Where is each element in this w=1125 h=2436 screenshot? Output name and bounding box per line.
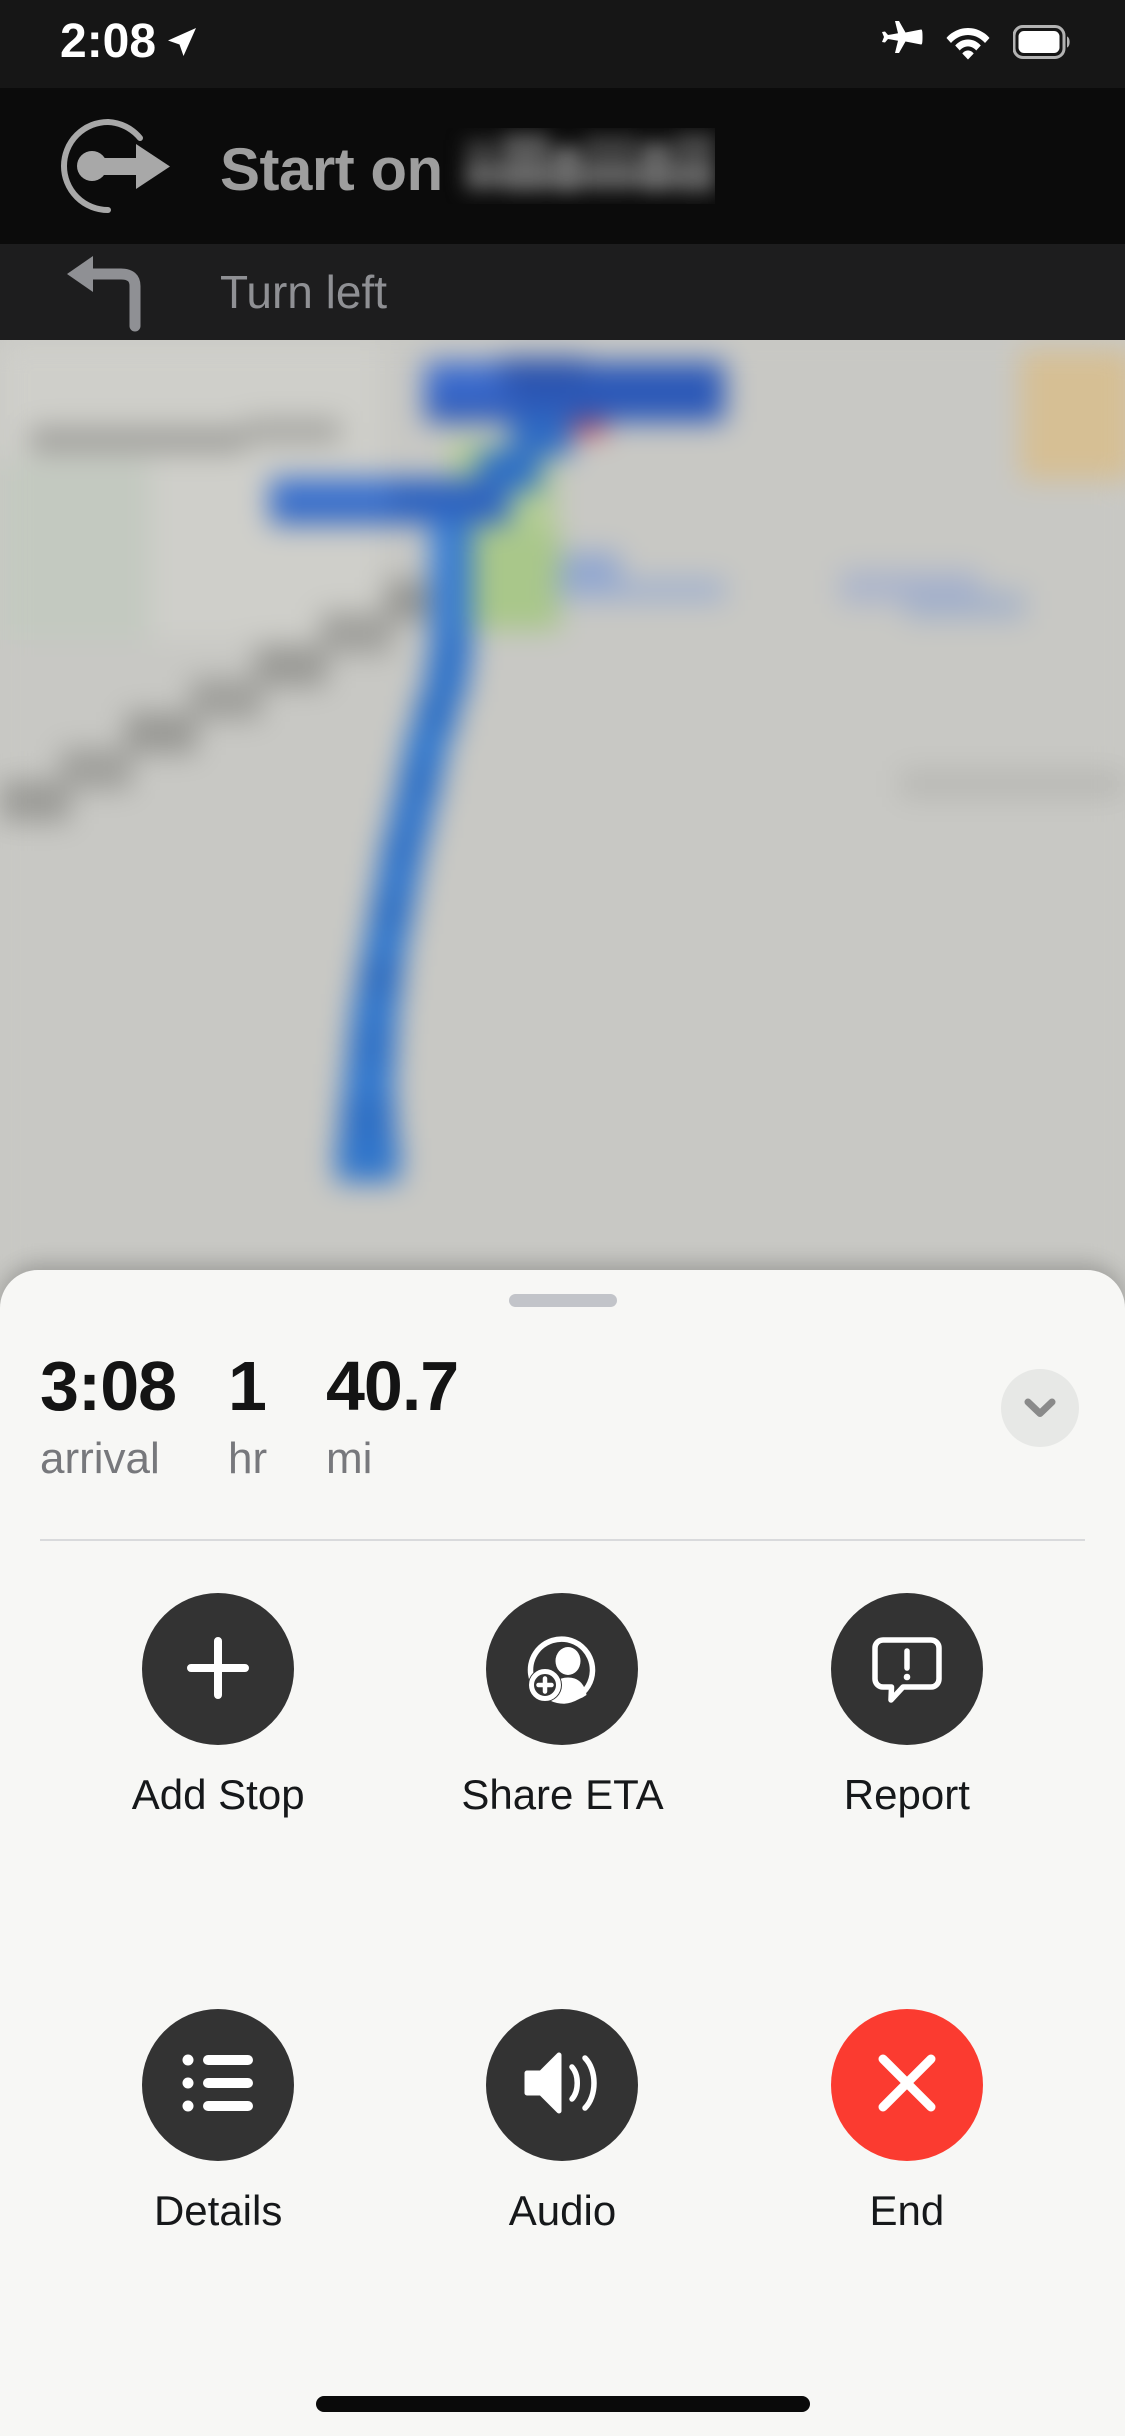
location-arrow-icon: [166, 26, 198, 63]
eta-distance-unit: mi: [326, 1434, 373, 1483]
bulleted-list-icon: [180, 2049, 256, 2120]
report-button[interactable]: Report: [735, 1593, 1079, 1981]
audio-button[interactable]: Audio: [390, 2008, 734, 2397]
wifi-icon: [945, 24, 991, 65]
end-bubble: [830, 2008, 983, 2161]
audio-bubble: [486, 2008, 639, 2161]
home-indicator: [315, 2396, 810, 2412]
battery-full-icon: [1012, 24, 1073, 64]
status-bar-right: [879, 20, 1073, 69]
action-buttons-grid: Add Stop Share ETA Report Details Audio …: [0, 1541, 1125, 2396]
secondary-instruction: Turn left: [220, 266, 388, 318]
sheet-drag-handle[interactable]: [508, 1294, 617, 1307]
chevron-down-icon: [1018, 1385, 1062, 1432]
details-label: Details: [153, 2186, 283, 2234]
share-eta-label: Share ETA: [461, 1771, 664, 1818]
details-bubble: [142, 2008, 295, 2161]
report-bubble: [830, 1593, 983, 1745]
speech-bubble-exclamation-icon: [867, 1628, 947, 1711]
turn-left-icon: [48, 252, 176, 332]
phone-screen: 2:08 Start on Turn left 3:08 arrival 1 h…: [0, 0, 1125, 2436]
eta-arrival: 3:08 arrival: [40, 1351, 228, 1483]
status-bar: 2:08: [0, 0, 1125, 88]
share-eta-button[interactable]: Share ETA: [390, 1593, 734, 1981]
airplane-mode-icon: [879, 20, 923, 69]
status-bar-clock: 2:08: [60, 15, 157, 68]
end-navigation-button[interactable]: End: [735, 2008, 1079, 2397]
primary-instruction: Start on: [220, 128, 715, 204]
plus-icon: [179, 1629, 257, 1710]
map-canvas-redacted: [0, 340, 1125, 1340]
eta-arrival-value: 3:08: [40, 1347, 177, 1425]
eta-arrival-unit: arrival: [40, 1434, 160, 1483]
add-stop-bubble: [142, 1593, 295, 1745]
navigation-bottom-sheet[interactable]: 3:08 arrival 1 hr 40.7 mi Add Stop Share…: [0, 1270, 1125, 2436]
start-navigation-icon: [48, 111, 176, 221]
person-badge-plus-icon: [520, 1626, 604, 1713]
share-eta-bubble: [486, 1593, 639, 1745]
collapse-sheet-button[interactable]: [1001, 1369, 1079, 1447]
details-button[interactable]: Details: [46, 2008, 390, 2397]
eta-summary-row: 3:08 arrival 1 hr 40.7 mi: [0, 1307, 1125, 1539]
redacted-street-name: [464, 134, 715, 196]
eta-duration-unit: hr: [228, 1434, 268, 1483]
audio-label: Audio: [508, 2186, 617, 2234]
eta-duration: 1 hr: [228, 1351, 326, 1483]
eta-distance-value: 40.7: [326, 1347, 459, 1425]
eta-duration-value: 1: [228, 1347, 267, 1425]
end-label: End: [869, 2186, 945, 2234]
x-mark-icon: [868, 2044, 946, 2125]
speaker-waves-icon: [519, 2047, 605, 2122]
status-bar-left: 2:08: [60, 18, 198, 70]
report-label: Report: [843, 1771, 970, 1818]
eta-distance: 40.7 mi: [326, 1351, 526, 1483]
primary-instruction-text: Start on: [220, 136, 443, 203]
secondary-navigation-banner[interactable]: Turn left: [0, 244, 1125, 340]
map-view[interactable]: [0, 340, 1125, 1340]
add-stop-label: Add Stop: [131, 1771, 305, 1818]
add-stop-button[interactable]: Add Stop: [46, 1593, 390, 1981]
primary-navigation-banner[interactable]: Start on: [0, 88, 1125, 244]
